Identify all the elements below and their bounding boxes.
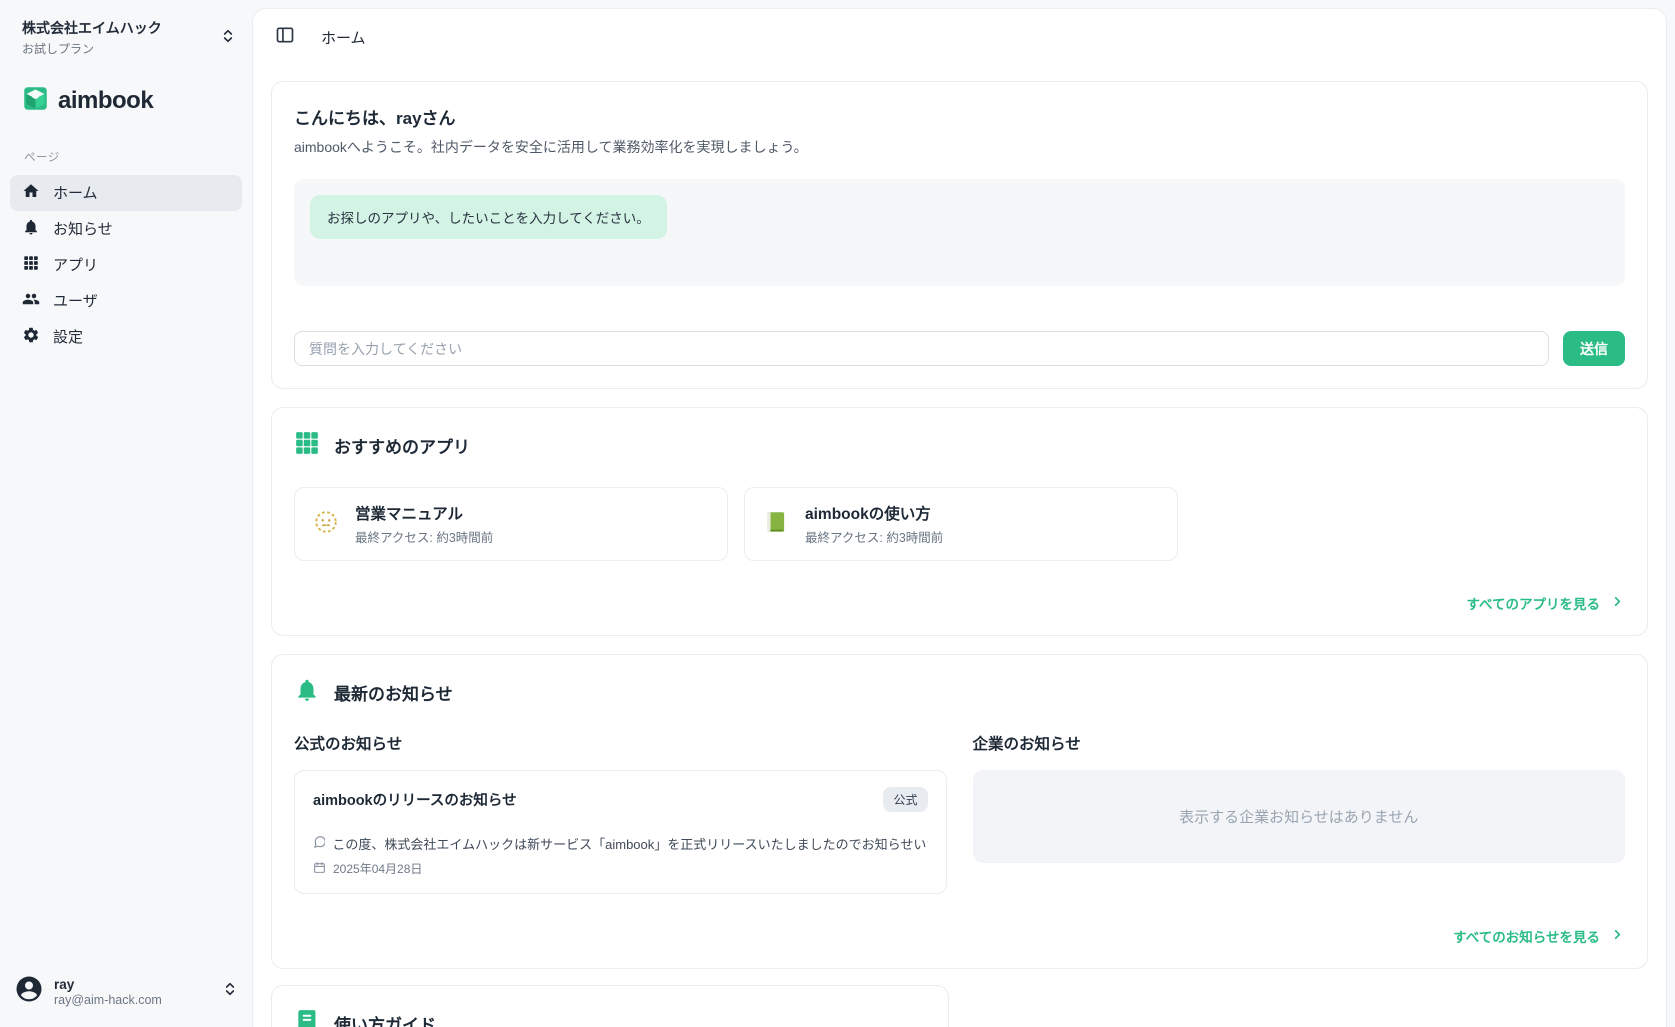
section-title: 最新のお知らせ xyxy=(334,680,453,705)
app-last-access: 最終アクセス: 約3時間前 xyxy=(355,527,493,546)
breadcrumb: ホーム xyxy=(321,27,366,48)
chevron-right-icon xyxy=(1610,594,1625,612)
company-news-empty-state: 表示する企業お知らせはありません xyxy=(973,770,1626,863)
welcome-subtitle: aimbookへようこそ。社内データを安全に活用して業務効率化を実現しましょう。 xyxy=(294,137,1625,157)
user-name: ray xyxy=(54,977,162,992)
aimbook-logo-icon xyxy=(22,85,49,117)
message-circle-icon xyxy=(313,835,325,852)
logo-text: aimbook xyxy=(58,87,153,115)
view-all-news-link[interactable]: すべてのお知らせを見る xyxy=(1453,926,1625,946)
sidebar-item-label: ユーザ xyxy=(53,290,98,311)
section-title: 使い方ガイド xyxy=(334,1011,436,1027)
sidebar: 株式会社エイムハック お試しプラン aimbook ページ ホーム xyxy=(0,0,252,1027)
bell-icon xyxy=(294,677,320,708)
sidebar-item-apps[interactable]: アプリ xyxy=(10,247,242,283)
grid-icon xyxy=(294,430,320,461)
app-last-access: 最終アクセス: 約3時間前 xyxy=(805,527,943,546)
plan-label: お試しプラン xyxy=(22,40,162,57)
sidebar-item-settings[interactable]: 設定 xyxy=(10,319,242,355)
official-news-column: 公式のお知らせ aimbookのリリースのお知らせ 公式 この度、株式会社エイム… xyxy=(294,732,947,894)
question-input[interactable] xyxy=(294,331,1549,366)
welcome-card: こんにちは、rayさん aimbookへようこそ。社内データを安全に活用して業務… xyxy=(271,81,1648,389)
assistant-chat-area: お探しのアプリや、したいことを入力してください。 xyxy=(294,179,1625,286)
chevrons-up-down-icon xyxy=(220,28,236,49)
sidebar-nav: ホーム お知らせ アプリ ユーザ 設定 xyxy=(0,175,252,355)
sidebar-item-home[interactable]: ホーム xyxy=(10,175,242,211)
book-icon xyxy=(294,1008,320,1027)
app-card-aimbook-guide[interactable]: aimbookの使い方 最終アクセス: 約3時間前 xyxy=(744,487,1178,561)
sidebar-item-label: お知らせ xyxy=(53,218,113,239)
company-name: 株式会社エイムハック xyxy=(22,20,162,38)
announcement-card[interactable]: aimbookのリリースのお知らせ 公式 この度、株式会社エイムハックは新サービ… xyxy=(294,770,947,894)
section-title: おすすめのアプリ xyxy=(334,433,470,458)
sidebar-toggle-button[interactable] xyxy=(275,25,295,50)
calendar-icon xyxy=(313,861,326,877)
usage-guide-card: 使い方ガイド xyxy=(271,985,949,1027)
app-name: aimbookの使い方 xyxy=(805,502,943,524)
official-badge: 公式 xyxy=(883,787,927,812)
sidebar-item-label: ホーム xyxy=(53,182,98,203)
company-news-heading: 企業のお知らせ xyxy=(973,732,1626,754)
workspace-switcher[interactable]: 株式会社エイムハック お試しプラン xyxy=(0,0,252,57)
announcement-title: aimbookのリリースのお知らせ xyxy=(313,789,517,810)
main-panel: ホーム こんにちは、rayさん aimbookへようこそ。社内データを安全に活用… xyxy=(252,8,1667,1027)
app-logo: aimbook xyxy=(0,57,252,117)
topbar: ホーム xyxy=(253,9,1666,65)
latest-news-card: 最新のお知らせ 公式のお知らせ aimbookのリリースのお知らせ 公式 この度… xyxy=(271,654,1648,969)
sidebar-item-label: アプリ xyxy=(53,254,98,275)
home-icon xyxy=(22,182,40,204)
empty-state-text: 表示する企業お知らせはありません xyxy=(1179,806,1418,827)
bell-icon xyxy=(22,218,40,240)
sidebar-item-notifications[interactable]: お知らせ xyxy=(10,211,242,247)
gear-icon xyxy=(22,326,40,348)
nav-section-label: ページ xyxy=(0,117,252,175)
dotted-face-icon xyxy=(313,509,339,540)
green-book-icon xyxy=(763,509,789,540)
greeting: こんにちは、rayさん xyxy=(294,104,1625,129)
view-all-apps-link[interactable]: すべてのアプリを見る xyxy=(1466,593,1625,613)
send-button[interactable]: 送信 xyxy=(1563,331,1625,366)
app-card-sales-manual[interactable]: 営業マニュアル 最終アクセス: 約3時間前 xyxy=(294,487,728,561)
app-name: 営業マニュアル xyxy=(355,502,493,524)
official-news-heading: 公式のお知らせ xyxy=(294,732,947,754)
sidebar-item-label: 設定 xyxy=(53,326,83,347)
user-email: ray@aim-hack.com xyxy=(54,993,162,1007)
users-icon xyxy=(22,290,40,312)
announcement-date: 2025年04月28日 xyxy=(333,860,422,877)
avatar xyxy=(14,974,44,1009)
user-menu[interactable]: ray ray@aim-hack.com xyxy=(14,974,238,1009)
recommended-apps-card: おすすめのアプリ 営業マニュアル 最終アクセス: 約3時間前 aimbookの使… xyxy=(271,407,1648,636)
sidebar-item-users[interactable]: ユーザ xyxy=(10,283,242,319)
chevrons-up-down-icon xyxy=(222,981,238,1002)
announcement-body: この度、株式会社エイムハックは新サービス「aimbook」を正式リリースいたしま… xyxy=(332,834,927,853)
assistant-message-bubble: お探しのアプリや、したいことを入力してください。 xyxy=(310,195,667,239)
company-news-column: 企業のお知らせ 表示する企業お知らせはありません xyxy=(973,732,1626,894)
grid-icon xyxy=(22,254,40,276)
chevron-right-icon xyxy=(1610,927,1625,945)
